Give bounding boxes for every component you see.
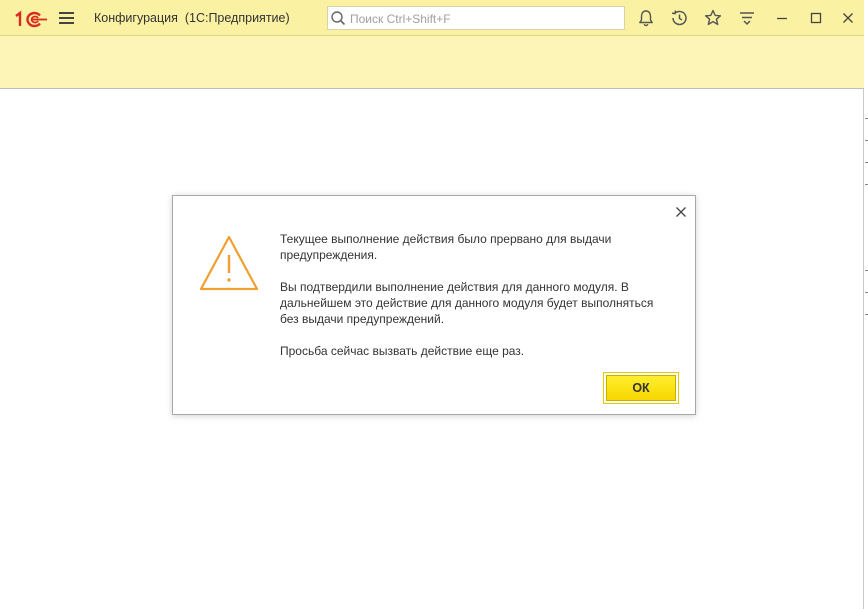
history-button[interactable] <box>669 8 689 28</box>
favorites-button[interactable] <box>703 8 723 28</box>
minimize-button[interactable] <box>772 8 792 28</box>
dialog-message-confirmed: Вы подтвердили выполнение действия для д… <box>280 280 654 326</box>
title-bar: Конфигурация (1С:Предприятие) <box>0 0 864 36</box>
search-box[interactable] <box>327 6 625 30</box>
maximize-icon <box>810 12 822 24</box>
dialog-message-retry: Просьба сейчас вызвать действие еще раз. <box>280 344 525 358</box>
warning-icon <box>199 235 259 291</box>
app-window: Конфигурация (1С:Предприятие) Поиск Ctrl… <box>0 0 868 609</box>
section-panel <box>0 36 864 89</box>
ok-button[interactable]: ОК <box>606 375 676 401</box>
warning-dialog: Текущее выполнение действия было прерван… <box>172 195 696 415</box>
window-title: Конфигурация (1С:Предприятие) <box>94 11 290 25</box>
close-icon <box>843 13 853 23</box>
hamburger-menu-icon[interactable] <box>59 11 75 25</box>
dialog-close-button[interactable] <box>673 204 689 220</box>
search-icon <box>331 11 346 26</box>
notifications-button[interactable] <box>636 8 656 28</box>
history-icon <box>671 10 687 26</box>
close-icon <box>676 207 686 217</box>
bell-icon <box>639 10 653 27</box>
functions-menu-button[interactable] <box>737 8 757 28</box>
search-input[interactable] <box>348 9 622 29</box>
ok-button-focus-frame: ОК <box>603 372 679 404</box>
minimize-icon <box>777 17 787 20</box>
1c-logo <box>15 10 47 28</box>
star-icon <box>704 9 722 26</box>
window-close-button[interactable] <box>838 8 858 28</box>
maximize-button[interactable] <box>806 8 826 28</box>
dialog-message-interrupted: Текущее выполнение действия было прерван… <box>280 232 612 262</box>
filter-menu-icon <box>740 12 754 26</box>
